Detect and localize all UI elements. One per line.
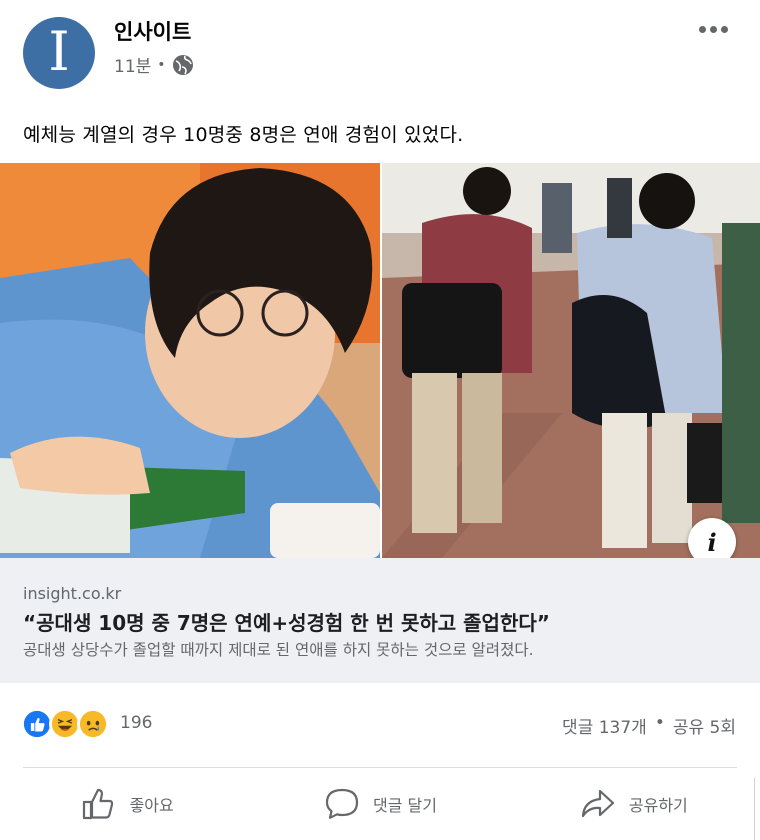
meta-separator: •	[157, 56, 166, 73]
share-icon	[581, 789, 614, 818]
avatar-letter: I	[48, 20, 70, 83]
share-count[interactable]: 공유 5회	[673, 713, 736, 738]
page-avatar[interactable]: I	[23, 17, 95, 89]
share-label: 공유하기	[628, 796, 688, 815]
post-meta: 11분 •	[114, 52, 194, 77]
like-button[interactable]: 좋아요	[0, 768, 253, 840]
stats-separator: •	[654, 713, 665, 733]
page-name[interactable]: 인사이트	[114, 16, 191, 46]
like-label: 좋아요	[129, 796, 174, 815]
comment-icon	[325, 788, 359, 819]
engagement-stats: 댓글 137개 • 공유 5회	[562, 713, 736, 738]
reaction-icons[interactable]	[21, 708, 109, 740]
link-domain: insight.co.kr	[23, 584, 122, 603]
link-preview[interactable]: insight.co.kr “공대생 10명 중 7명은 연예+성경험 한 번 …	[0, 558, 760, 683]
campus-students-photo	[382, 163, 760, 558]
share-button[interactable]: 공유하기	[507, 768, 760, 840]
reactions-bar: 196 댓글 137개 • 공유 5회	[0, 683, 760, 767]
thumbs-up-icon	[82, 788, 113, 820]
comment-label: 댓글 달기	[373, 796, 437, 815]
info-button[interactable]: i	[688, 518, 736, 558]
post-header: I 인사이트 11분 •	[0, 0, 760, 100]
drinking-student-photo	[0, 163, 380, 558]
facebook-post: I 인사이트 11분 • 예체능 계열의 경우 10명중 8명은 연애 경험이 …	[0, 0, 760, 840]
link-description: 공대생 상당수가 졸업할 때까지 제대로 된 연애를 하지 못하는 것으로 알려…	[23, 641, 534, 659]
action-bar: 좋아요 댓글 달기 공유하기	[0, 768, 760, 840]
post-caption: 예체능 계열의 경우 10명중 8명은 연애 경험이 있었다.	[23, 124, 464, 146]
reaction-count[interactable]: 196	[120, 713, 152, 733]
more-horizontal-icon[interactable]	[699, 26, 728, 33]
post-photos[interactable]: i	[0, 163, 760, 558]
edge-divider	[754, 778, 760, 840]
comment-count[interactable]: 댓글 137개	[562, 713, 647, 738]
post-time[interactable]: 11분	[114, 52, 151, 77]
sad-reaction-icon	[77, 708, 109, 740]
globe-icon	[172, 54, 193, 75]
link-title[interactable]: “공대생 10명 중 7명은 연예+성경험 한 번 못하고 졸업한다”	[23, 607, 550, 636]
comment-button[interactable]: 댓글 달기	[253, 768, 506, 840]
